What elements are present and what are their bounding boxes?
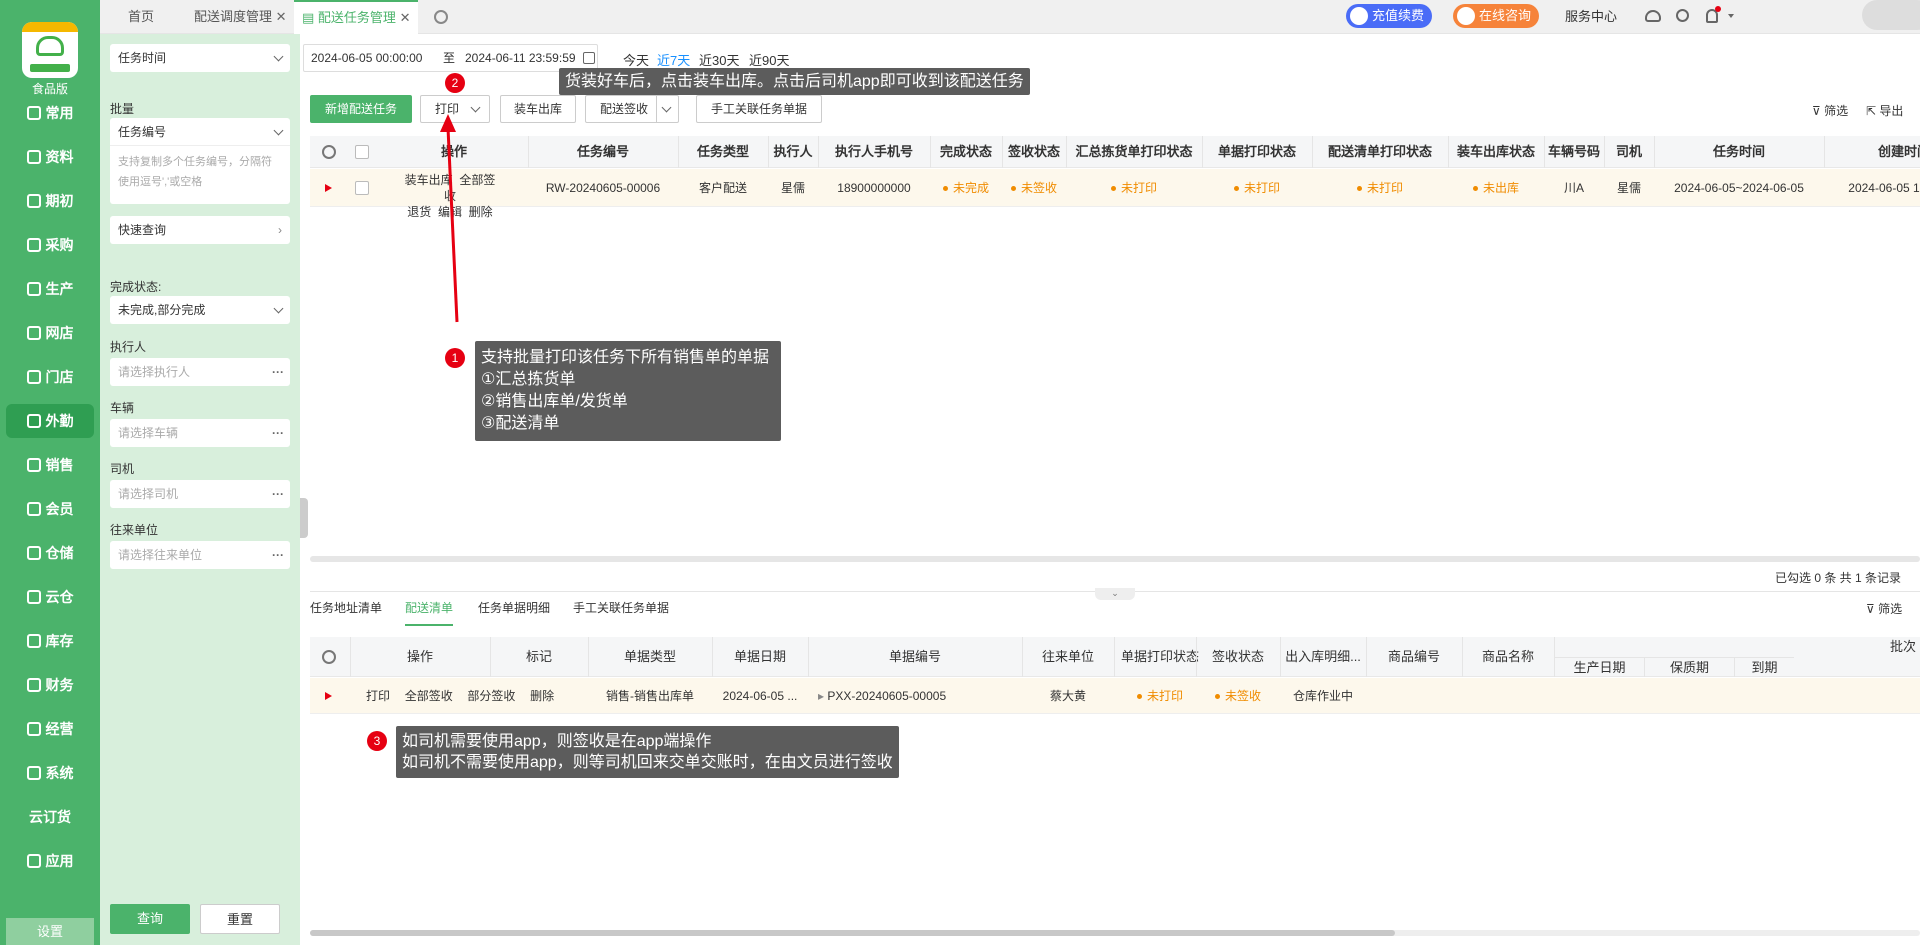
callout-1-line: 支持批量打印该任务下所有销售单的单据 xyxy=(481,349,770,366)
callout-1-line: ②销售出库单/发货单 xyxy=(481,393,628,410)
annotation-arrow xyxy=(440,114,459,323)
callout-3: 如司机需要使用app，则签收是在app端操作 如司机不需要使用app，则等司机回… xyxy=(396,726,899,778)
callout-3-line: 如司机需要使用app，则签收是在app端操作 xyxy=(402,733,712,750)
callout-1-line: ①汇总拣货单 xyxy=(481,371,576,388)
callout-number-3: 3 xyxy=(367,731,387,751)
arrow-head xyxy=(440,114,456,132)
arrow-line xyxy=(446,127,459,323)
callout-1: 支持批量打印该任务下所有销售单的单据 ①汇总拣货单 ②销售出库单/发货单 ③配送… xyxy=(475,341,781,441)
callout-2: 货装好车后，点击装车出库。点击后司机app即可收到该配送任务 xyxy=(559,68,1030,95)
callout-number-1: 1 xyxy=(445,348,465,368)
callout-3-line: 如司机不需要使用app，则等司机回来交单交账时，在由文员进行签收 xyxy=(402,754,893,771)
callout-1-line: ③配送清单 xyxy=(481,415,560,432)
callout-number-2: 2 xyxy=(445,73,465,93)
